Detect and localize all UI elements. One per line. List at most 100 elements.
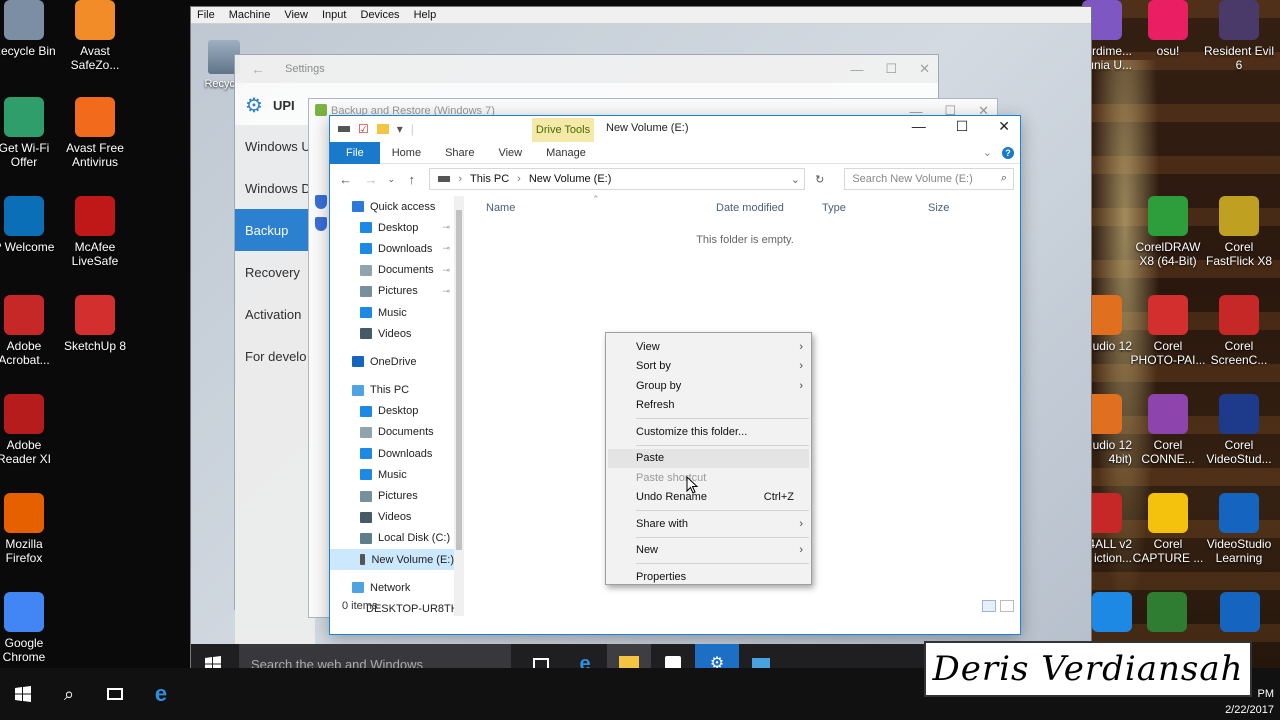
nav-item-music[interactable]: Music [330,464,454,485]
host-desktop-icon[interactable]: Mozilla Firefox [0,493,62,565]
host-desktop-icon[interactable]: P Welcome [0,196,62,254]
nav-item-desktop[interactable]: Desktop [330,401,454,422]
host-desktop-icon[interactable]: Resident Evil 6 [1201,0,1277,72]
ctx-item-undo-rename[interactable]: Undo Rename Ctrl+Z [606,488,811,508]
settings-nav-developers[interactable]: For develo [235,335,315,377]
breadcrumb-separator-icon[interactable]: › [517,173,521,185]
ctx-item-customize-this-folder[interactable]: Customize this folder... [606,422,811,442]
column-type[interactable]: Type [822,202,846,214]
column-date-modified[interactable]: Date modified [716,202,784,214]
properties-icon[interactable]: ☑ [358,122,369,136]
nav-item-pictures[interactable]: Pictures [330,485,454,506]
host-desktop-icon[interactable]: Adobe Acrobat... [0,295,62,367]
host-desktop-icon[interactable]: VideoStudio Learning [1201,493,1277,565]
host-desktop-icon[interactable]: Google Chrome [0,592,62,664]
nav-item-new-volume-e[interactable]: New Volume (E:) [330,549,454,571]
host-desktop-icon[interactable] [1147,592,1187,636]
host-desktop-icon[interactable]: Get Wi-Fi Offer [0,97,62,169]
details-view-icon[interactable] [982,600,996,612]
host-start-button[interactable] [0,668,46,720]
host-desktop-icon[interactable]: Corel ScreenC... [1201,295,1277,367]
close-icon[interactable]: ✕ [919,61,930,77]
host-task-view-button[interactable] [92,668,138,720]
host-desktop-icon[interactable]: Avast SafeZo... [57,0,133,72]
back-arrow-icon[interactable]: ← [251,61,265,77]
nav-item-documents[interactable]: Documents [330,422,454,443]
breadcrumb-separator-icon[interactable]: › [458,173,462,185]
search-icon[interactable]: ⌕ [1001,172,1007,185]
host-desktop-icon[interactable]: Recycle Bin [0,0,62,58]
breadcrumb-this-pc[interactable]: This PC [470,173,509,185]
nav-pane-scrollbar[interactable] [454,196,464,616]
column-size[interactable]: Size [928,202,949,214]
host-desktop-icon[interactable]: Corel FastFlick X8 [1201,196,1277,268]
nav-item-local-disk-c[interactable]: Local Disk (C:) [330,528,454,549]
up-arrow-icon[interactable]: ↑ [402,172,421,187]
host-desktop-icon[interactable]: Adobe Reader XI [0,394,62,466]
ctx-item-share-with[interactable]: Share with › [606,514,811,534]
ctx-item-new[interactable]: New › [606,541,811,561]
settings-nav-windows-defender[interactable]: Windows D [235,167,315,209]
tab-manage[interactable]: Manage [534,142,598,164]
tab-share[interactable]: Share [433,142,486,164]
maximize-icon[interactable]: ☐ [885,61,897,77]
host-desktop-icon[interactable]: SketchUp 8 [57,295,133,353]
settings-nav-backup[interactable]: Backup [235,209,315,251]
vm-menu-help[interactable]: Help [414,9,437,21]
settings-nav-recovery[interactable]: Recovery [235,251,315,293]
address-dropdown-icon[interactable]: ⌄ [791,173,804,186]
host-desktop-icon[interactable]: osu! [1130,0,1206,58]
new-folder-icon[interactable] [376,124,389,134]
virtual-machine-window[interactable]: File Machine View Input Devices Help Rec… [190,6,1092,714]
maximize-icon[interactable]: ☐ [956,118,969,135]
host-search-button[interactable]: ⌕ [46,668,92,720]
ctx-item-properties[interactable]: Properties [606,567,811,587]
scrollbar-thumb[interactable] [456,210,462,550]
nav-item-videos[interactable]: Videos [330,323,454,344]
vm-menu-view[interactable]: View [284,9,308,21]
column-name[interactable]: Name [486,202,515,214]
host-desktop-icon[interactable] [1220,592,1260,636]
close-icon[interactable]: ✕ [998,118,1010,135]
host-desktop-icon[interactable]: Corel CAPTURE ... [1130,493,1206,565]
minimize-icon[interactable]: — [912,118,926,135]
host-desktop-icon[interactable] [1092,592,1132,636]
back-arrow-icon[interactable]: ← [336,172,355,187]
ctx-item-group-by[interactable]: Group by › [606,376,811,396]
ctx-item-sort-by[interactable]: Sort by › [606,357,811,377]
large-icons-view-icon[interactable] [1000,600,1014,612]
vm-menu-input[interactable]: Input [322,9,346,21]
ctx-item-view[interactable]: View › [606,337,811,357]
nav-item-pictures[interactable]: Pictures ⊸ [330,281,454,302]
nav-item-onedrive[interactable]: OneDrive [330,351,454,372]
nav-item-downloads[interactable]: Downloads [330,443,454,464]
search-input[interactable]: Search New Volume (E:) [852,173,972,185]
drive-tools-context-tab[interactable]: Drive Tools [532,118,594,142]
host-desktop-icon[interactable]: Corel VideoStud... [1201,394,1277,466]
nav-item-desktop[interactable]: Desktop ⊸ [330,217,454,238]
ribbon-expand-icon[interactable]: ⌄ [983,146,992,159]
ctx-item-refresh[interactable]: Refresh [606,396,811,416]
refresh-icon[interactable]: ↻ [811,168,828,190]
forward-arrow-icon[interactable]: → [361,172,380,187]
nav-item-videos[interactable]: Videos [330,507,454,528]
minimize-icon[interactable]: — [850,62,863,77]
ctx-item-paste[interactable]: Paste [608,448,809,468]
tab-home[interactable]: Home [380,142,433,164]
host-desktop-icon[interactable]: CorelDRAW X8 (64-Bit) [1130,196,1206,268]
tab-view[interactable]: View [486,142,534,164]
host-desktop-icon[interactable]: Avast Free Antivirus [57,97,133,169]
address-bar[interactable]: › This PC › New Volume (E:) ⌄ [429,168,806,190]
help-icon[interactable]: ? [1002,146,1014,159]
nav-item-this-pc[interactable]: This PC [330,380,454,401]
nav-item-music[interactable]: Music [330,302,454,323]
settings-nav-windows-update[interactable]: Windows U [235,125,315,167]
host-desktop-icon[interactable]: Corel CONNE... [1130,394,1206,466]
vm-menu-file[interactable]: File [197,9,215,21]
tab-file[interactable]: File [330,141,380,164]
host-desktop-icon[interactable]: McAfee LiveSafe [57,196,133,268]
host-desktop-icon[interactable]: Corel PHOTO-PAI... [1130,295,1206,367]
nav-item-downloads[interactable]: Downloads ⊸ [330,238,454,259]
vm-menu-machine[interactable]: Machine [229,9,271,21]
vm-menu-devices[interactable]: Devices [360,9,399,21]
